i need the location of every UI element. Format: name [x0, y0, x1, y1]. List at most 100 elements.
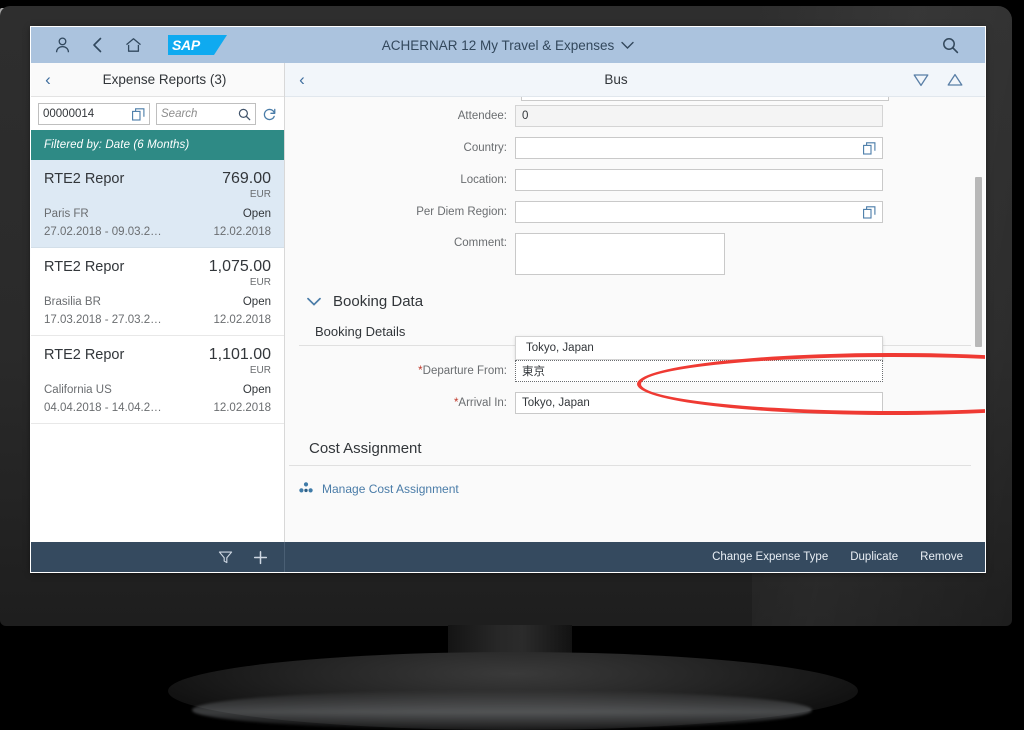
list-item-currency: EUR — [249, 277, 271, 288]
search-icon — [943, 37, 959, 53]
value-help-icon[interactable] — [863, 141, 876, 155]
chevron-down-icon[interactable] — [307, 297, 321, 307]
back-icon[interactable] — [92, 37, 103, 53]
detail-panel: ‹ Bus Attendee: 0 Country: Location: Per… — [285, 63, 985, 542]
booking-data-section-toggle[interactable]: Booking Data — [307, 293, 985, 310]
list-item-location: California US — [44, 384, 112, 396]
filter-icon[interactable] — [218, 550, 233, 565]
filter-banner: Filtered by: Date (6 Months) — [31, 130, 284, 160]
search-icon[interactable] — [238, 108, 251, 121]
list-item-status: Open — [242, 384, 271, 396]
departure-from-label: *Departure From: — [285, 365, 515, 377]
list-item[interactable]: RTE2 Repor 769.00 EUR Paris FR Open 27.0… — [31, 160, 284, 248]
list-item-date: 12.02.2018 — [213, 314, 271, 326]
shellbar-search-button[interactable] — [942, 37, 985, 54]
booking-data-label: Booking Data — [333, 293, 424, 310]
list-item-date: 12.02.2018 — [213, 402, 271, 414]
location-label: Location: — [460, 174, 507, 186]
sap-logo-text: SAP — [172, 37, 200, 53]
cost-assignment-icon — [299, 482, 313, 496]
field-row-attendee: Attendee: 0 — [285, 105, 985, 127]
list-item-currency: EUR — [249, 189, 271, 200]
home-icon[interactable] — [125, 37, 142, 53]
cost-assignment-divider — [289, 465, 971, 466]
list-item-amount: 769.00 — [222, 170, 271, 187]
clipped-field-above — [521, 97, 889, 101]
list-item-range: 27.02.2018 - 09.03.2… — [44, 226, 162, 238]
list-item-title: RTE2 Repor — [44, 171, 125, 187]
arrival-in-input[interactable]: Tokyo, Japan — [515, 392, 883, 414]
remove-button[interactable]: Remove — [920, 551, 963, 563]
report-id-input[interactable]: 00000014 — [38, 103, 150, 125]
footer-right-actions: Change Expense Type Duplicate Remove — [285, 551, 985, 563]
footer-left-actions — [31, 542, 285, 572]
arrival-in-value: Tokyo, Japan — [522, 397, 590, 409]
manage-cost-assignment-row[interactable]: Manage Cost Assignment — [299, 482, 985, 496]
country-input[interactable] — [515, 137, 883, 159]
master-list-panel: ‹ Expense Reports (3) 00000014 Search Fi… — [31, 63, 285, 542]
list-item-amount: 1,101.00 — [208, 346, 271, 363]
master-title: Expense Reports (3) — [102, 72, 227, 87]
detail-scrollbar-thumb[interactable] — [975, 177, 982, 347]
list-item-date: 12.02.2018 — [213, 226, 271, 238]
per-diem-region-input[interactable] — [515, 201, 883, 223]
departure-from-input[interactable]: 東京 — [515, 360, 883, 382]
departure-from-suggestion-item[interactable]: Tokyo, Japan — [515, 336, 883, 360]
list-item-range: 04.04.2018 - 14.04.2… — [44, 402, 162, 414]
country-label: Country: — [463, 142, 507, 154]
detail-nav-group — [913, 73, 985, 87]
triangle-down-icon[interactable] — [913, 73, 929, 87]
location-input[interactable] — [515, 169, 883, 191]
master-search-row: 00000014 Search — [31, 97, 284, 130]
per-diem-region-label: Per Diem Region: — [416, 206, 507, 218]
arrival-in-label-text: Arrival In: — [458, 397, 507, 409]
list-item-range: 17.03.2018 - 27.03.2… — [44, 314, 162, 326]
list-item-location: Brasilia BR — [44, 296, 101, 308]
footer-toolbar: Change Expense Type Duplicate Remove — [31, 542, 985, 572]
arrival-in-label: *Arrival In: — [285, 397, 515, 409]
master-header: ‹ Expense Reports (3) — [31, 63, 284, 97]
list-item-amount: 1,075.00 — [208, 258, 271, 275]
detail-title: Bus — [604, 72, 628, 87]
search-input[interactable]: Search — [156, 103, 256, 125]
list-item[interactable]: RTE2 Repor 1,075.00 EUR Brasilia BR Open… — [31, 248, 284, 336]
detail-header: ‹ Bus — [285, 63, 985, 97]
shellbar-icon-group: SAP — [31, 35, 227, 55]
field-row-location: Location: — [285, 169, 985, 191]
page-title[interactable]: ACHERNAR 12 My Travel & Expenses — [382, 38, 615, 53]
report-id-value: 00000014 — [43, 108, 95, 120]
list-item-title: RTE2 Repor — [44, 259, 125, 275]
cost-assignment-title: Cost Assignment — [309, 440, 422, 457]
detail-form: Attendee: 0 Country: Location: Per Diem … — [285, 97, 985, 496]
list-item-title: RTE2 Repor — [44, 347, 125, 363]
monitor-base — [168, 652, 858, 730]
detail-back-button[interactable]: ‹ — [285, 70, 319, 90]
comment-label: Comment: — [453, 237, 507, 249]
field-row-departure-from: *Departure From: Tokyo, Japan 東京 — [285, 336, 985, 382]
attendee-input: 0 — [515, 105, 883, 127]
sap-logo: SAP — [168, 35, 227, 55]
change-expense-type-button[interactable]: Change Expense Type — [712, 551, 828, 563]
chevron-down-icon[interactable] — [621, 41, 634, 50]
attendee-value: 0 — [522, 110, 529, 122]
duplicate-button[interactable]: Duplicate — [850, 551, 898, 563]
field-row-arrival-in: *Arrival In: Tokyo, Japan — [285, 392, 985, 414]
field-row-comment: Comment: — [285, 233, 985, 275]
add-icon[interactable] — [253, 550, 268, 565]
triangle-up-icon[interactable] — [947, 73, 963, 87]
value-help-icon[interactable] — [863, 205, 876, 219]
value-help-icon[interactable] — [132, 107, 145, 121]
expense-report-list: RTE2 Repor 769.00 EUR Paris FR Open 27.0… — [31, 160, 284, 542]
departure-from-label-text: Departure From: — [422, 365, 507, 377]
manage-cost-assignment-link[interactable]: Manage Cost Assignment — [322, 482, 459, 496]
list-item-location: Paris FR — [44, 208, 89, 220]
field-row-per-diem-region: Per Diem Region: — [285, 201, 985, 223]
list-item[interactable]: RTE2 Repor 1,101.00 EUR California US Op… — [31, 336, 284, 424]
screen: SAP ACHERNAR 12 My Travel & Expenses ‹ E… — [31, 27, 985, 572]
list-item-status: Open — [242, 296, 271, 308]
list-item-currency: EUR — [249, 365, 271, 376]
comment-textarea[interactable] — [515, 233, 725, 275]
shellbar: SAP ACHERNAR 12 My Travel & Expenses — [31, 27, 985, 63]
user-icon[interactable] — [55, 37, 70, 53]
refresh-icon[interactable] — [262, 107, 277, 122]
